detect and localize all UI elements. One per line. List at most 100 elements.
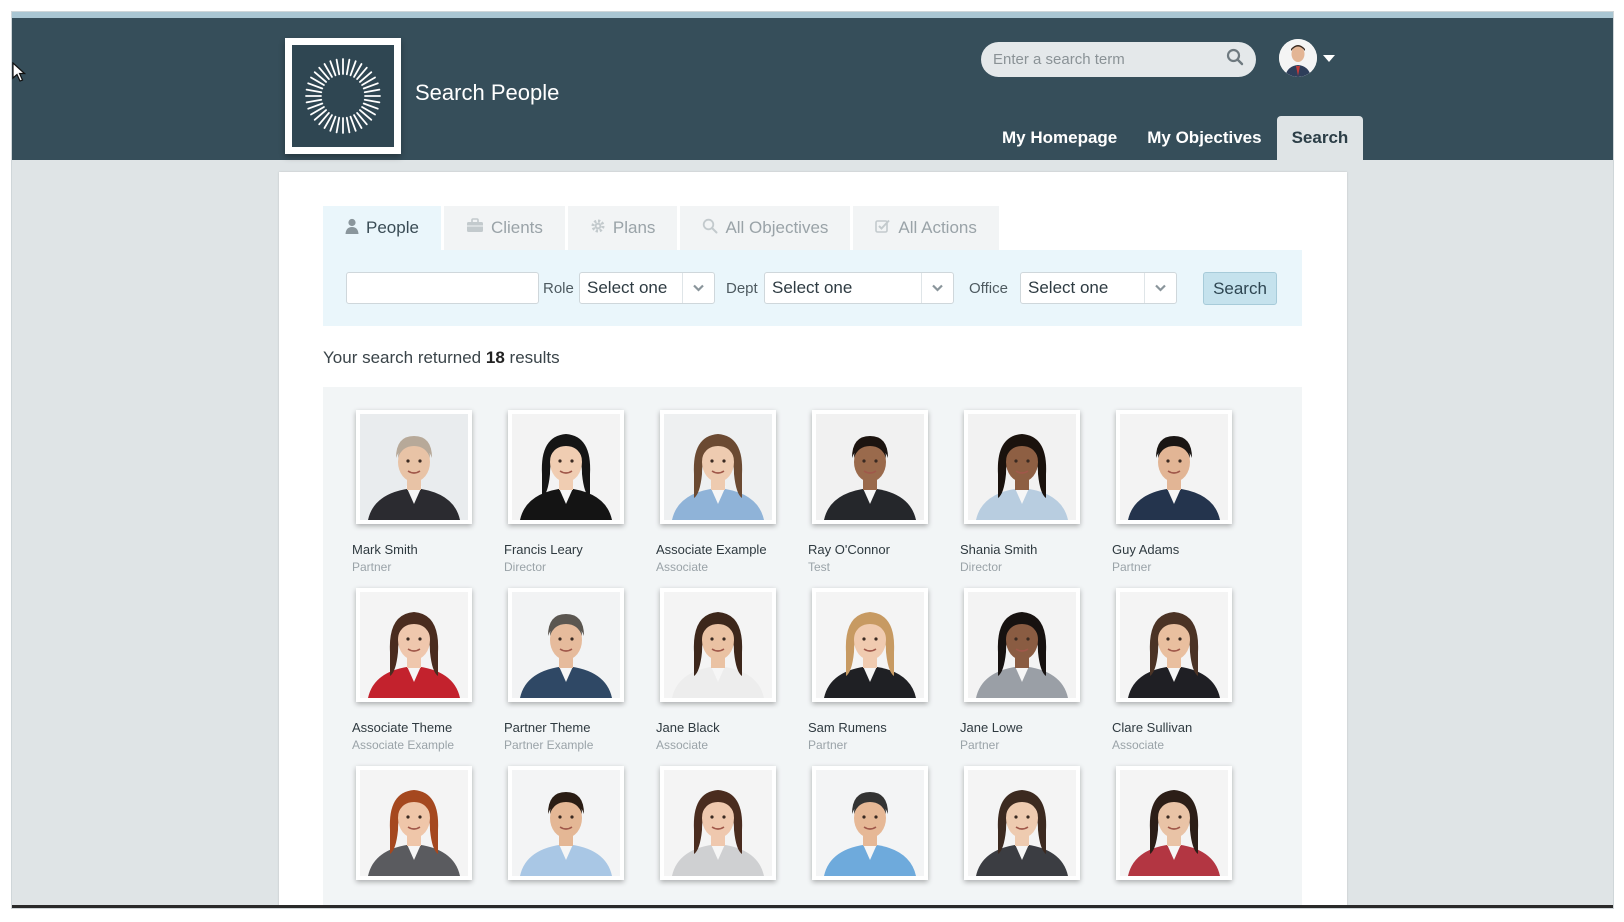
person-photo[interactable] bbox=[812, 588, 928, 702]
person-name[interactable]: Mark Smith bbox=[352, 542, 504, 557]
dept-select-value: Select one bbox=[772, 278, 853, 297]
portrait-image bbox=[360, 770, 468, 876]
person-card[interactable]: Associate Example Associate bbox=[656, 410, 808, 588]
person-photo[interactable] bbox=[660, 588, 776, 702]
person-photo[interactable] bbox=[1116, 588, 1232, 702]
person-name[interactable]: Associate Example bbox=[656, 542, 808, 557]
person-role: Partner bbox=[808, 738, 848, 752]
person-role: Partner bbox=[960, 738, 1000, 752]
person-card[interactable]: Sam Rumens Partner bbox=[808, 588, 960, 766]
person-photo[interactable] bbox=[964, 766, 1080, 880]
person-icon bbox=[345, 218, 359, 239]
person-photo[interactable] bbox=[356, 588, 472, 702]
person-photo[interactable] bbox=[356, 410, 472, 524]
portrait-image bbox=[664, 592, 772, 698]
person-card[interactable] bbox=[808, 766, 960, 908]
person-photo[interactable] bbox=[508, 410, 624, 524]
office-select[interactable]: Select one bbox=[1020, 272, 1177, 304]
person-card[interactable] bbox=[504, 766, 656, 908]
person-photo[interactable] bbox=[660, 410, 776, 524]
person-card[interactable]: Jane Black Associate bbox=[656, 588, 808, 766]
person-photo[interactable] bbox=[1116, 766, 1232, 880]
person-name[interactable]: Ray O'Connor bbox=[808, 542, 960, 557]
person-card[interactable]: Francis Leary Director bbox=[504, 410, 656, 588]
chevron-down-icon[interactable] bbox=[682, 273, 714, 303]
person-name[interactable]: Shania Smith bbox=[960, 542, 1112, 557]
dept-label: Dept bbox=[726, 280, 758, 297]
header: Search People My Homepage My Objectives … bbox=[12, 18, 1613, 160]
person-name[interactable]: Sam Rumens bbox=[808, 720, 960, 735]
person-name[interactable]: Partner Theme bbox=[504, 720, 656, 735]
person-photo[interactable] bbox=[356, 766, 472, 880]
role-select[interactable]: Select one bbox=[579, 272, 715, 304]
search-icon[interactable] bbox=[1226, 48, 1244, 71]
person-role: Test bbox=[808, 560, 831, 574]
global-search[interactable] bbox=[981, 42, 1256, 77]
person-name[interactable]: Jane Black bbox=[656, 720, 808, 735]
person-role: Associate bbox=[1112, 738, 1165, 752]
nav-search[interactable]: Search bbox=[1276, 116, 1364, 160]
nav-my-homepage[interactable]: My Homepage bbox=[987, 116, 1132, 160]
person-card[interactable]: Partner Theme Partner Example bbox=[504, 588, 656, 766]
portrait-image bbox=[360, 592, 468, 698]
tab-all-objectives[interactable]: All Objectives bbox=[680, 206, 851, 250]
role-select-value: Select one bbox=[587, 278, 668, 297]
people-grid: Mark Smith Partner Francis Leary Directo… bbox=[352, 410, 1264, 908]
keyword-input[interactable] bbox=[346, 272, 539, 304]
person-card[interactable]: Associate Theme Associate Example bbox=[352, 588, 504, 766]
person-card[interactable] bbox=[656, 766, 808, 908]
portrait-image bbox=[968, 592, 1076, 698]
result-prefix: Your search returned bbox=[323, 348, 482, 367]
person-photo[interactable] bbox=[964, 410, 1080, 524]
person-card[interactable] bbox=[960, 766, 1112, 908]
chevron-down-icon[interactable] bbox=[921, 273, 953, 303]
main-nav: My Homepage My Objectives Search bbox=[987, 116, 1364, 160]
person-card[interactable]: Shania Smith Director bbox=[960, 410, 1112, 588]
tab-plans[interactable]: Plans bbox=[567, 206, 678, 250]
person-card[interactable]: Clare Sullivan Associate bbox=[1112, 588, 1264, 766]
page-title: Search People bbox=[415, 80, 560, 105]
results-area: Mark Smith Partner Francis Leary Directo… bbox=[323, 387, 1302, 908]
person-name[interactable]: Francis Leary bbox=[504, 542, 656, 557]
person-role: Associate bbox=[656, 560, 709, 574]
tab-clients[interactable]: Clients bbox=[443, 206, 565, 250]
person-card[interactable]: Jane Lowe Partner bbox=[960, 588, 1112, 766]
person-role: Associate bbox=[656, 738, 709, 752]
nav-my-objectives[interactable]: My Objectives bbox=[1132, 116, 1276, 160]
person-photo[interactable] bbox=[812, 766, 928, 880]
person-name[interactable]: Associate Theme bbox=[352, 720, 504, 735]
dept-select[interactable]: Select one bbox=[764, 272, 954, 304]
chevron-down-icon[interactable] bbox=[1323, 54, 1335, 62]
person-card[interactable]: Ray O'Connor Test bbox=[808, 410, 960, 588]
portrait-image bbox=[512, 770, 620, 876]
person-photo[interactable] bbox=[508, 766, 624, 880]
person-card[interactable]: Mark Smith Partner bbox=[352, 410, 504, 588]
mouse-cursor-icon bbox=[12, 62, 26, 82]
portrait-image bbox=[1120, 414, 1228, 520]
tab-label: All Objectives bbox=[725, 218, 829, 237]
logo[interactable] bbox=[285, 38, 401, 154]
person-photo[interactable] bbox=[660, 766, 776, 880]
person-name[interactable]: Jane Lowe bbox=[960, 720, 1112, 735]
avatar[interactable] bbox=[1279, 39, 1317, 77]
person-card[interactable]: Guy Adams Partner bbox=[1112, 410, 1264, 588]
person-photo[interactable] bbox=[1116, 410, 1232, 524]
portrait-image bbox=[968, 414, 1076, 520]
person-name[interactable]: Guy Adams bbox=[1112, 542, 1264, 557]
tab-all-actions[interactable]: All Actions bbox=[853, 206, 999, 250]
person-photo[interactable] bbox=[964, 588, 1080, 702]
person-photo[interactable] bbox=[812, 410, 928, 524]
tab-label: All Actions bbox=[898, 218, 977, 237]
app-window: Search People My Homepage My Objectives … bbox=[12, 12, 1613, 908]
global-search-input[interactable] bbox=[993, 51, 1226, 68]
portrait-image bbox=[816, 770, 924, 876]
user-menu[interactable] bbox=[1279, 39, 1335, 77]
person-card[interactable] bbox=[1112, 766, 1264, 908]
person-photo[interactable] bbox=[508, 588, 624, 702]
person-card[interactable] bbox=[352, 766, 504, 908]
chevron-down-icon[interactable] bbox=[1144, 273, 1176, 303]
tab-people[interactable]: People bbox=[323, 206, 441, 250]
person-name[interactable]: Clare Sullivan bbox=[1112, 720, 1264, 735]
search-button[interactable]: Search bbox=[1203, 272, 1277, 305]
gear-icon bbox=[590, 218, 606, 239]
